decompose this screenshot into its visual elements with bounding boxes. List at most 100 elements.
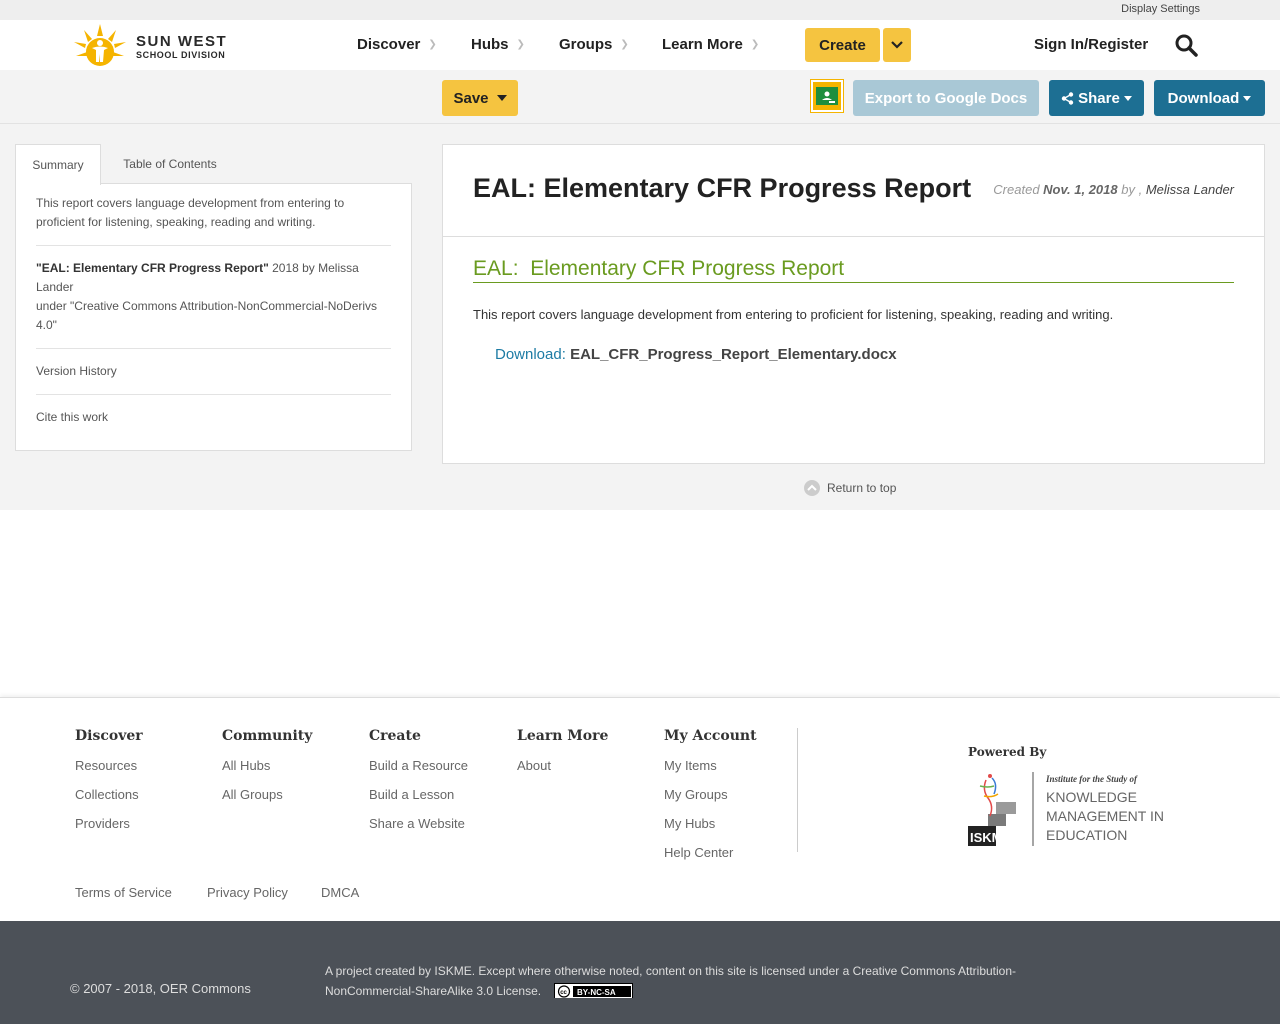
iskme-line3: EDUCATION (1046, 827, 1127, 843)
cc-license-badge[interactable]: cc BY-NC-SA (554, 983, 634, 999)
caret-down-icon (1123, 95, 1132, 101)
attribution-license: under "Creative Commons Attribution-NonC… (36, 299, 378, 332)
footer-link[interactable]: Help Center (664, 845, 757, 874)
site-header: SUN WEST SCHOOL DIVISION Discover ❯ Hubs ❯… (0, 20, 1280, 70)
tab-table-of-contents[interactable]: Table of Contents (115, 144, 225, 184)
divider (36, 348, 391, 349)
footer-col-discover: Discover Resources Collections Providers (75, 728, 143, 845)
iskme-abbr: ISKME (970, 830, 1012, 845)
attribution: "EAL: Elementary CFR Progress Report" 20… (36, 259, 391, 335)
download-label: Download: (495, 346, 566, 363)
create-button[interactable]: Create (805, 28, 880, 62)
display-settings-link[interactable]: Display Settings (1121, 3, 1200, 15)
nav-groups[interactable]: Groups ❯ (559, 36, 629, 53)
iskme-tagline: Institute for the Study of (1045, 774, 1138, 784)
privacy-policy-link[interactable]: Privacy Policy (207, 885, 288, 900)
footer-divider (797, 728, 798, 852)
iskme-line1: KNOWLEDGE (1046, 789, 1137, 805)
license-text: A project created by ISKME. Except where… (325, 961, 1065, 1001)
copyright-bar: © 2007 - 2018, OER Commons A project cre… (0, 921, 1280, 1024)
sun-logo-icon (74, 24, 126, 66)
footer-col-my-account: My Account My Items My Groups My Hubs He… (664, 728, 757, 874)
sidebar-tabs: Summary Table of Contents (15, 144, 411, 185)
caret-down-icon (496, 95, 507, 101)
footer-link[interactable]: Build a Lesson (369, 787, 468, 816)
nav-groups-label: Groups (559, 36, 613, 53)
caret-down-icon (1243, 95, 1252, 101)
resource-panel: EAL: Elementary CFR Progress Report Crea… (442, 144, 1265, 464)
tab-summary[interactable]: Summary (15, 144, 101, 185)
footer-link[interactable]: All Hubs (222, 758, 312, 787)
nav-learn-more[interactable]: Learn More ❯ (662, 36, 759, 53)
terms-of-service-link[interactable]: Terms of Service (75, 885, 172, 900)
save-button[interactable]: Save (442, 80, 518, 116)
dmca-link[interactable]: DMCA (321, 885, 359, 900)
powered-by-label: Powered By (968, 745, 1047, 759)
cc-by-nc-sa-icon: cc BY-NC-SA (555, 985, 633, 999)
summary-text: This report covers language development … (36, 196, 345, 229)
footer-link[interactable]: My Items (664, 758, 757, 787)
sign-in-register-link[interactable]: Sign In/Register (1034, 36, 1148, 53)
divider (36, 394, 391, 395)
return-to-top-link[interactable]: Return to top (804, 480, 896, 496)
page-title: EAL: Elementary CFR Progress Report (473, 173, 972, 203)
download-button-label: Download (1167, 89, 1240, 107)
download-button[interactable]: Download (1154, 80, 1265, 116)
chevron-up-circle-icon (804, 480, 820, 496)
chevron-down-icon: ❯ (750, 39, 760, 50)
footer-link[interactable]: About (517, 758, 608, 787)
iskme-line2: MANAGEMENT IN (1046, 808, 1164, 824)
nav-hubs-label: Hubs (471, 36, 509, 53)
site-footer: Discover Resources Collections Providers… (0, 697, 1280, 921)
cc-badge-label: BY-NC-SA (577, 988, 616, 997)
footer-link[interactable]: My Hubs (664, 816, 757, 845)
return-to-top-label: Return to top (827, 481, 897, 495)
download-filename: EAL_CFR_Progress_Report_Elementary.docx (570, 346, 897, 363)
footer-col-learn-more: Learn More About (517, 728, 608, 787)
footer-link[interactable]: Providers (75, 816, 143, 845)
site-logo[interactable]: SUN WEST SCHOOL DIVISION (70, 20, 240, 68)
create-dropdown-toggle[interactable] (883, 28, 911, 62)
divider (443, 236, 1264, 237)
nav-discover[interactable]: Discover ❯ (357, 36, 437, 53)
created-label: Created (993, 182, 1040, 197)
created-date: Nov. 1, 2018 (1043, 182, 1118, 197)
nav-discover-label: Discover (357, 36, 421, 53)
share-icon (1061, 91, 1074, 105)
export-to-google-docs-button[interactable]: Export to Google Docs (853, 80, 1039, 116)
footer-link[interactable]: Collections (75, 787, 143, 816)
resource-meta: Created Nov. 1, 2018 by , Melissa Lander (993, 182, 1234, 197)
footer-col-community: Community All Hubs All Groups (222, 728, 312, 816)
license-statement: A project created by ISKME. Except where… (325, 964, 1017, 998)
copyright-text: © 2007 - 2018, OER Commons (70, 981, 251, 996)
nav-learn-more-label: Learn More (662, 36, 743, 53)
version-history-link[interactable]: Version History (36, 362, 391, 381)
share-button[interactable]: Share (1049, 80, 1144, 116)
cite-this-work-link[interactable]: Cite this work (36, 408, 391, 427)
attribution-title: "EAL: Elementary CFR Progress Report" (36, 261, 269, 275)
footer-link[interactable]: Build a Resource (369, 758, 468, 787)
nav-hubs[interactable]: Hubs ❯ (471, 36, 525, 53)
footer-col-create: Create Build a Resource Build a Lesson S… (369, 728, 468, 845)
chevron-down-icon: ❯ (516, 39, 525, 50)
document-description: This report covers language development … (473, 307, 1114, 322)
author-link[interactable]: Melissa Lander (1146, 182, 1234, 197)
iskme-logo[interactable]: ISKME Institute for the Study of KNOWLED… (968, 772, 1178, 848)
brand-subtitle: SCHOOL DIVISION (136, 50, 226, 60)
download-link[interactable]: Download: EAL_CFR_Progress_Report_Elemen… (495, 346, 897, 363)
footer-heading: My Account (664, 728, 757, 744)
chevron-down-icon: ❯ (620, 39, 629, 50)
resource-toolbar: Save Export to Google Docs Share Downloa… (0, 70, 1280, 124)
brand-name: SUN WEST (136, 33, 228, 50)
footer-link[interactable]: Resources (75, 758, 143, 787)
footer-link[interactable]: All Groups (222, 787, 312, 816)
google-classroom-icon[interactable] (810, 79, 844, 113)
footer-link[interactable]: Share a Website (369, 816, 468, 845)
footer-link[interactable]: My Groups (664, 787, 757, 816)
document-heading: EAL: Elementary CFR Progress Report (473, 257, 1234, 283)
chevron-down-icon: ❯ (428, 39, 437, 50)
main-content-area: Summary Table of Contents This report co… (0, 124, 1280, 510)
footer-heading: Discover (75, 728, 143, 744)
search-icon[interactable] (1174, 33, 1198, 57)
by-label: by , (1121, 182, 1143, 197)
